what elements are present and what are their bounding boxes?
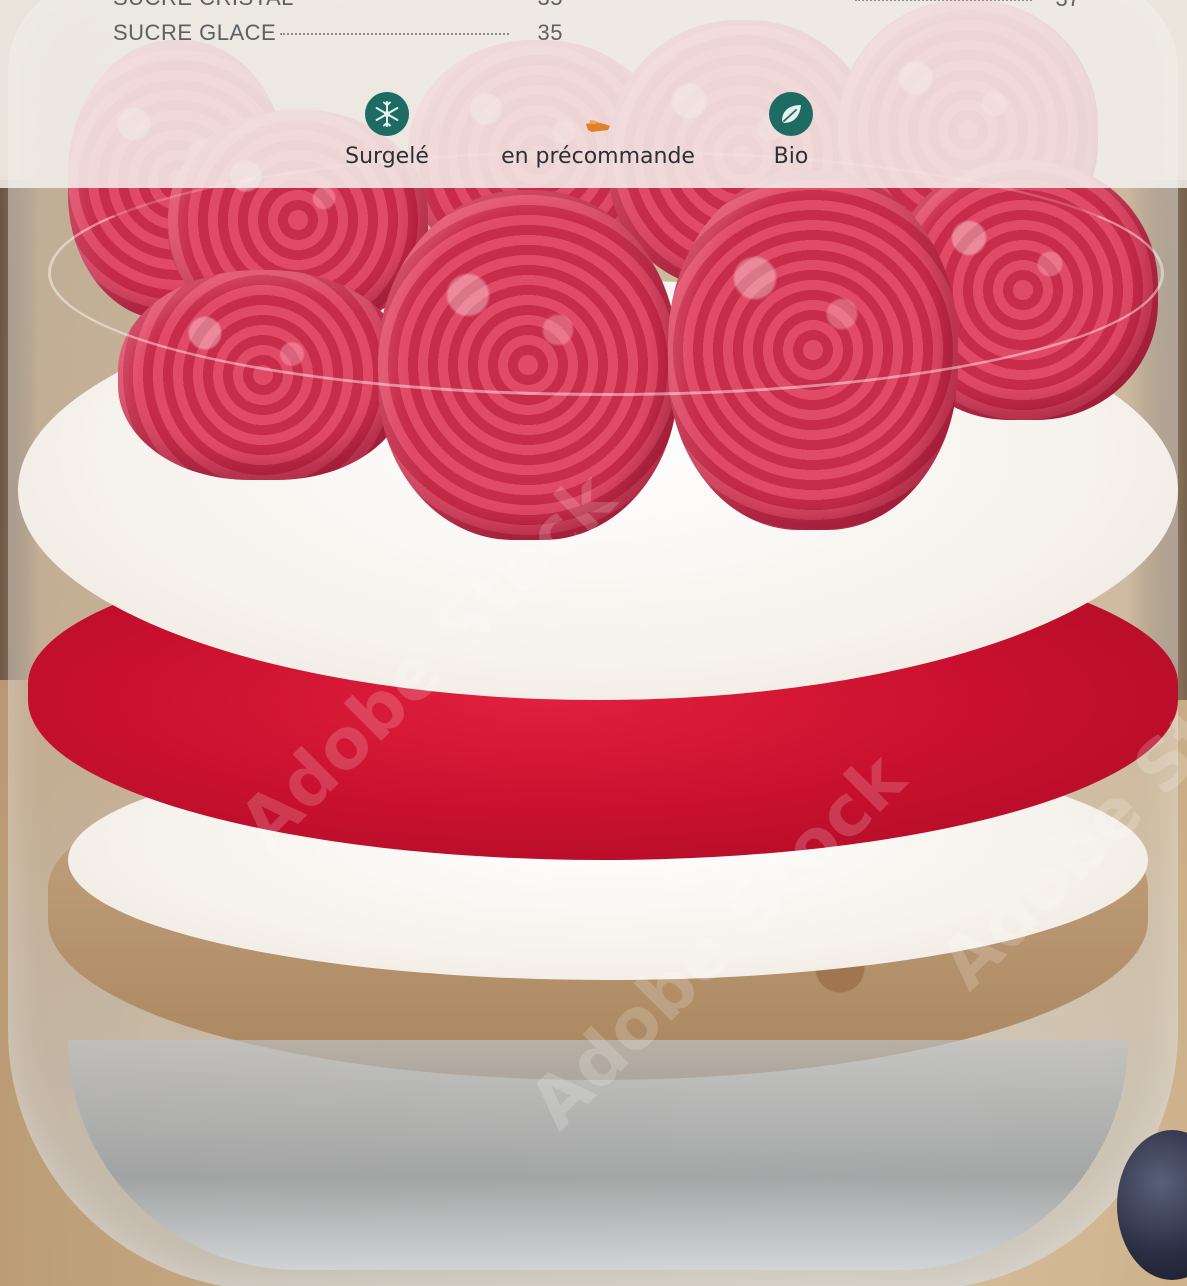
legend-label: Surgelé — [345, 144, 429, 169]
dot-leader — [280, 33, 509, 35]
menu-item-number: 37 — [1056, 0, 1080, 12]
legend-item-frozen: Surgelé — [343, 92, 431, 169]
snowflake-icon — [365, 92, 409, 136]
legend-item-preorder: en précommande — [490, 92, 706, 169]
legend-label: Bio — [773, 144, 809, 169]
menu-item-number: 35 — [537, 20, 563, 45]
hand-icon — [576, 92, 620, 136]
dot-leader — [855, 0, 1032, 1]
legend-item-bio: Bio — [769, 92, 813, 169]
menu-item-number: 35 — [537, 0, 563, 11]
legend-label: en précommande — [501, 144, 695, 169]
leaf-icon — [769, 92, 813, 136]
menu-line-right: 37 — [855, 0, 1080, 12]
legend-panel: SUCRE CRISTAL 35 37 SUCRE GLACE 35 — [0, 0, 1187, 188]
menu-line: SUCRE GLACE 35 — [113, 20, 563, 46]
menu-line: SUCRE CRISTAL 35 — [113, 0, 563, 11]
menu-item-name: SUCRE CRISTAL — [113, 0, 294, 11]
dessert-photo: Adobe Stock Adobe Stock Adobe Stock — [0, 0, 1187, 1286]
menu-item-name: SUCRE GLACE — [113, 20, 277, 45]
